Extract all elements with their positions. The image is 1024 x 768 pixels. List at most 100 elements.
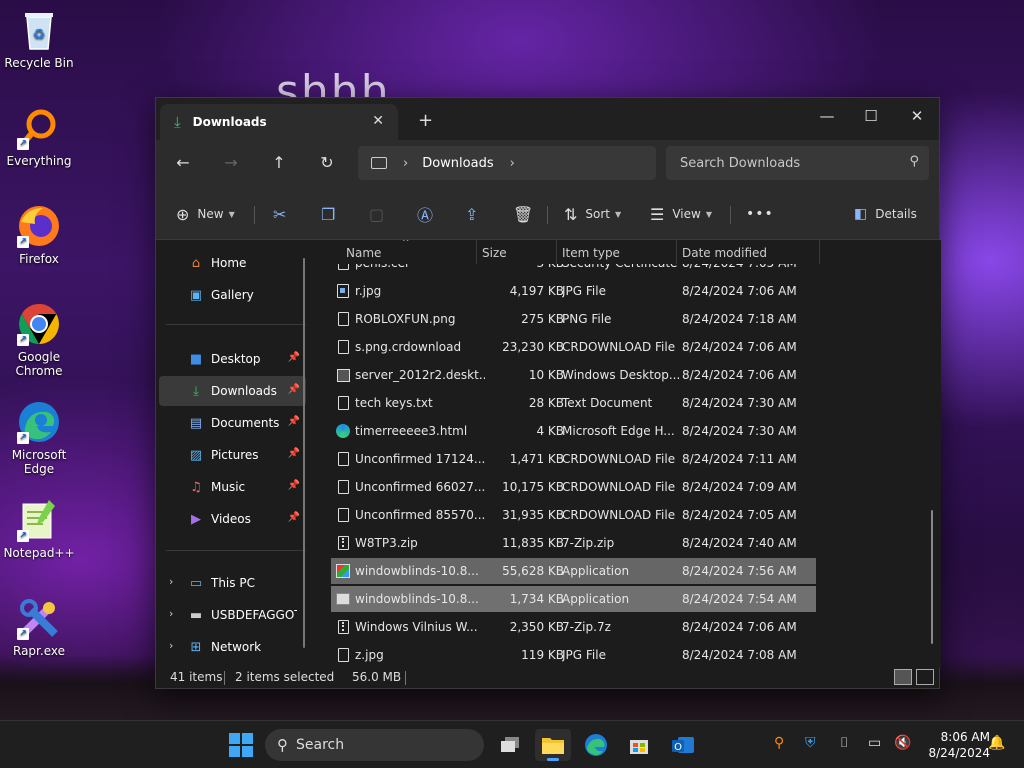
- column-size[interactable]: Size: [482, 246, 507, 260]
- file-row[interactable]: Unconfirmed 85570... 31,935 KB CRDOWNLOAD …: [331, 502, 816, 528]
- desktop-icon-everything[interactable]: ↗ Everything: [0, 106, 78, 168]
- nav-item-documents[interactable]: ▤ Documents 📌: [159, 408, 306, 438]
- nav-item-network[interactable]: › ⊞ Network: [159, 632, 306, 662]
- nav-item-music[interactable]: ♫ Music 📌: [159, 472, 306, 502]
- file-row[interactable]: windowblinds-10.8... 55,628 KB Application…: [331, 558, 816, 584]
- paste-button[interactable]: ▢: [369, 201, 384, 227]
- chevron-right-icon[interactable]: ›: [169, 639, 173, 652]
- taskbar-search[interactable]: ⚲ Search: [265, 729, 484, 761]
- back-button[interactable]: ←: [169, 151, 197, 175]
- column-divider[interactable]: [476, 240, 477, 264]
- desktop-icon-recycle-bin[interactable]: ♻ Recycle Bin: [0, 8, 78, 70]
- column-date-modified[interactable]: Date modified: [682, 246, 767, 260]
- share-button[interactable]: ⇪: [465, 201, 478, 227]
- chevron-right-icon[interactable]: ›: [403, 156, 408, 171]
- file-icon: [336, 264, 350, 271]
- new-tab-button[interactable]: +: [418, 110, 433, 131]
- chevron-right-icon[interactable]: ›: [169, 607, 173, 620]
- column-item-type[interactable]: Item type: [562, 246, 620, 260]
- notification-bell-icon[interactable]: 🔔: [988, 735, 1005, 751]
- close-window-button[interactable]: ✕: [894, 102, 940, 132]
- file-row[interactable]: W8TP3.zip 11,835 KB 7-Zip.zip 8/24/2024 7:4…: [331, 530, 816, 556]
- doc-file-icon: [337, 312, 349, 326]
- column-divider[interactable]: [819, 240, 820, 264]
- task-view-button[interactable]: [492, 729, 528, 761]
- nav-item-home[interactable]: ⌂ Home: [159, 248, 306, 278]
- network-tray-icon[interactable]: ▭: [868, 735, 881, 751]
- file-row[interactable]: Unconfirmed 66027... 10,175 KB CRDOWNLOAD …: [331, 474, 816, 500]
- delete-button[interactable]: 🗑: [513, 201, 533, 227]
- taskbar-edge[interactable]: [578, 729, 614, 761]
- desktop-icon-chrome[interactable]: ↗ Google Chrome: [0, 302, 78, 378]
- details-view-icon[interactable]: [894, 669, 912, 685]
- file-date: 8/24/2024 7:05 AM: [682, 264, 817, 270]
- volume-muted-icon[interactable]: 🔇: [894, 735, 911, 751]
- desktop-icon-notepadpp[interactable]: ↗ Notepad++: [0, 498, 78, 560]
- file-row[interactable]: r.jpg 4,197 KB JPG File 8/24/2024 7:06 AM: [331, 278, 816, 304]
- address-bar[interactable]: › Downloads ›: [358, 146, 656, 180]
- file-type: Text Document: [562, 396, 653, 410]
- file-row[interactable]: windowblinds-10.8... 1,734 KB Application 8…: [331, 586, 816, 612]
- details-pane-button[interactable]: ◧ Details: [854, 201, 917, 227]
- file-row[interactable]: s.png.crdownload 23,230 KB CRDOWNLOAD File…: [331, 334, 816, 360]
- desktop-icon-edge[interactable]: ↗ Microsoft Edge: [0, 400, 78, 476]
- share-icon: ⇪: [465, 204, 479, 224]
- system-clock[interactable]: 8:06 AM 8/24/2024: [914, 729, 990, 761]
- nav-item-downloads[interactable]: ⤓ Downloads 📌: [159, 376, 306, 406]
- nav-scrollbar[interactable]: [303, 258, 305, 648]
- trash-icon: 🗑: [513, 204, 534, 224]
- breadcrumb-downloads[interactable]: Downloads: [422, 156, 493, 171]
- defender-tray-icon[interactable]: ⛨: [805, 735, 816, 751]
- file-row[interactable]: ROBLOXFUN.png 275 KB PNG File 8/24/2024 7:1…: [331, 306, 816, 332]
- copy-button[interactable]: ❐: [321, 201, 335, 227]
- file-row[interactable]: server_2012r2.deskt... 10 KB Windows Deskt…: [331, 362, 816, 388]
- file-row[interactable]: tech keys.txt 28 KB Text Document 8/24/2024…: [331, 390, 816, 416]
- search-box: ⚲: [666, 146, 929, 180]
- nav-item-gallery[interactable]: ▣ Gallery: [159, 280, 306, 310]
- file-row[interactable]: timerreeeee3.html 4 KB Microsoft Edge H...…: [331, 418, 816, 444]
- taskbar-outlook[interactable]: O: [665, 729, 701, 761]
- up-button[interactable]: ↑: [265, 151, 293, 175]
- chevron-right-icon[interactable]: ›: [510, 156, 515, 171]
- desktop-icon-firefox[interactable]: ↗ Firefox: [0, 204, 78, 266]
- app2-file-icon: [336, 593, 350, 605]
- usb-tray-icon[interactable]: ⌷: [840, 735, 848, 751]
- tab-downloads[interactable]: ⤓ Downloads ✕: [160, 104, 398, 140]
- start-button[interactable]: [229, 733, 253, 757]
- desktop-icon-rapr[interactable]: ↗ Rapr.exe: [0, 596, 78, 658]
- nav-item-this-pc[interactable]: › ▭ This PC: [159, 568, 306, 598]
- file-size: 1,471 KB: [509, 452, 564, 466]
- rapr-icon: ↗: [17, 596, 61, 640]
- file-row[interactable]: Unconfirmed 17124... 1,471 KB CRDOWNLOAD F…: [331, 446, 816, 472]
- search-input[interactable]: [666, 146, 929, 180]
- maximize-button[interactable]: ☐: [848, 102, 894, 132]
- nav-item-videos[interactable]: ▶ Videos 📌: [159, 504, 306, 534]
- nav-item-pictures[interactable]: ▨ Pictures 📌: [159, 440, 306, 470]
- column-divider[interactable]: [556, 240, 557, 264]
- large-icons-view-icon[interactable]: [916, 669, 934, 685]
- forward-button[interactable]: →: [217, 151, 245, 175]
- taskbar-store[interactable]: [621, 729, 657, 761]
- everything-tray-icon[interactable]: ⚲: [774, 735, 784, 751]
- taskbar-file-explorer[interactable]: [535, 729, 571, 761]
- view-button[interactable]: ☰ View ▼: [650, 201, 712, 227]
- column-name[interactable]: Name: [346, 246, 381, 260]
- file-list-scrollbar[interactable]: [931, 510, 933, 644]
- sort-button[interactable]: ⇅ Sort ▼: [564, 201, 621, 227]
- minimize-button[interactable]: —: [804, 102, 850, 132]
- refresh-button[interactable]: ↻: [313, 151, 341, 175]
- file-row[interactable]: z.jpg 119 KB JPG File 8/24/2024 7:08 AM: [331, 642, 816, 668]
- more-options-button[interactable]: •••: [746, 201, 774, 227]
- new-button[interactable]: ⊕ New ▼: [176, 201, 235, 227]
- close-tab-icon[interactable]: ✕: [372, 113, 384, 129]
- column-divider[interactable]: [676, 240, 677, 264]
- file-row[interactable]: penis.cer3 KBSecurity Certificate8/24/20…: [331, 264, 816, 276]
- file-date: 8/24/2024 7:05 AM: [682, 508, 797, 522]
- file-row[interactable]: Windows Vilnius W... 2,350 KB 7-Zip.7z 8/24…: [331, 614, 816, 640]
- nav-item-desktop[interactable]: ■ Desktop 📌: [159, 344, 306, 374]
- cut-button[interactable]: ✂: [273, 201, 286, 227]
- nav-item-usb-drive[interactable]: › ▬ USBDEFAGGOT (: [159, 600, 306, 630]
- rename-button[interactable]: Ⓐ: [417, 201, 433, 227]
- chevron-right-icon[interactable]: ›: [169, 575, 173, 588]
- firefox-icon: ↗: [17, 204, 61, 248]
